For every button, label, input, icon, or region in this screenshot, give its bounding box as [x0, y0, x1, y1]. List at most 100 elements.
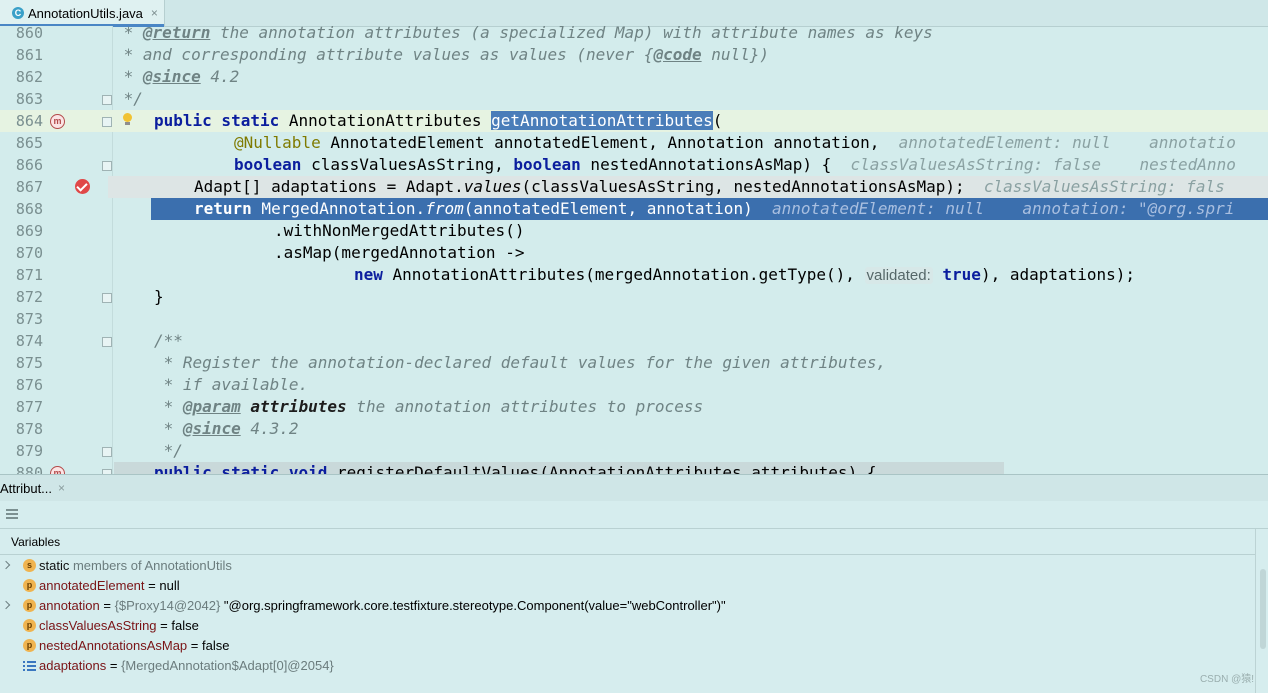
line-number: 860: [15, 26, 43, 42]
code-line-860[interactable]: 860 * @return the annotation attributes …: [0, 26, 1268, 44]
layout-settings-icon[interactable]: [6, 509, 18, 519]
tab-close-icon[interactable]: ×: [58, 481, 65, 495]
debug-inlay-value: classValuesAsString: fals: [983, 177, 1225, 196]
comment: null}): [701, 45, 770, 64]
code-line-863[interactable]: 863 */: [0, 88, 1268, 110]
code-text: public static AnnotationAttributes getAn…: [154, 110, 722, 132]
line-number: 865: [15, 134, 43, 152]
comment: *: [154, 397, 183, 416]
breakpoint-icon[interactable]: [75, 179, 90, 194]
statement: (classValuesAsString, nestedAnnotationsA…: [521, 177, 965, 196]
code-line-861[interactable]: 861 * and corresponding attribute values…: [0, 44, 1268, 66]
line-number: 872: [15, 288, 43, 306]
variable-row-annotation[interactable]: p annotation = {$Proxy14@2042} "@org.spr…: [0, 596, 1250, 616]
variables-scrollbar[interactable]: [1255, 529, 1268, 693]
variable-row-classValuesAsString[interactable]: p classValuesAsString = false: [0, 616, 1250, 636]
keyword: public static void: [154, 463, 328, 474]
javadoc-tag: @param: [182, 397, 241, 416]
fold-icon[interactable]: [102, 161, 112, 171]
line-number: 869: [15, 222, 43, 240]
debug-tab-bar: Attribut... ×: [0, 474, 1268, 502]
variable-type-id: {MergedAnnotation$Adapt[0]@2054}: [121, 658, 334, 673]
params: AnnotatedElement annotatedElement, Annot…: [320, 133, 880, 152]
line-number: 875: [15, 354, 43, 372]
variable-equals: =: [156, 618, 172, 633]
variable-row-annotatedElement[interactable]: p annotatedElement = null: [0, 576, 1250, 596]
variable-name: classValuesAsString: [39, 618, 157, 633]
code-line-871[interactable]: 871 new AnnotationAttributes(mergedAnnot…: [0, 264, 1268, 286]
static-icon: s: [23, 559, 36, 572]
code-line-869[interactable]: 869 .withNonMergedAttributes(): [0, 220, 1268, 242]
code-text: */: [114, 88, 143, 110]
variable-value: "@org.springframework.core.testfixture.s…: [223, 598, 726, 613]
comment: */: [154, 441, 183, 460]
code-line-867[interactable]: 867 Adapt[] adaptations = Adapt.values(c…: [0, 176, 1268, 198]
debug-inlay-value: annotatedElement: null annotatio: [898, 133, 1236, 152]
method-override-icon[interactable]: m: [50, 466, 65, 474]
code-text: */: [154, 440, 183, 462]
parameter-icon: p: [23, 619, 36, 632]
scrollbar-thumb[interactable]: [1260, 569, 1266, 649]
statement: AnnotationAttributes(mergedAnnotation.ge…: [382, 265, 865, 284]
fold-icon[interactable]: [102, 337, 112, 347]
debug-session-tab[interactable]: Attribut... ×: [0, 475, 71, 501]
code-line-880[interactable]: 880 m public static void registerDefault…: [0, 462, 1268, 474]
code-line-870[interactable]: 870 .asMap(mergedAnnotation ->: [0, 242, 1268, 264]
code-line-862[interactable]: 862 * @since 4.2: [0, 66, 1268, 88]
variable-row-nestedAnnotationsAsMap[interactable]: p nestedAnnotationsAsMap = false: [0, 636, 1250, 656]
variable-value: false: [171, 618, 199, 633]
code-line-872[interactable]: 872 }: [0, 286, 1268, 308]
comment: 4.3.2: [240, 419, 299, 438]
parameter-icon: p: [23, 599, 36, 612]
parameter-hint: validated:: [864, 267, 933, 284]
code-line-873[interactable]: 873: [0, 308, 1268, 330]
parameter-icon: p: [23, 579, 36, 592]
line-number: 877: [15, 398, 43, 416]
code-line-874[interactable]: 874 /**: [0, 330, 1268, 352]
tab-close-icon[interactable]: ×: [151, 6, 158, 20]
line-number: 879: [15, 442, 43, 460]
code-line-875[interactable]: 875 * Register the annotation-declared d…: [0, 352, 1268, 374]
code-line-864[interactable]: 864 m public static AnnotationAttributes…: [0, 110, 1268, 132]
code-text: * @param attributes the annotation attri…: [154, 396, 703, 418]
javadoc-param-name: attributes: [250, 397, 347, 416]
code-line-878[interactable]: 878 * @since 4.3.2: [0, 418, 1268, 440]
fold-icon[interactable]: [102, 95, 112, 105]
paren: (: [712, 111, 723, 130]
method-override-icon[interactable]: m: [50, 114, 65, 129]
statement: ), adaptations);: [980, 265, 1136, 284]
variable-name: annotatedElement: [39, 578, 145, 593]
variable-equals: =: [144, 578, 160, 593]
code-text: public static void registerDefaultValues…: [154, 462, 876, 474]
variable-row-static[interactable]: s static members of AnnotationUtils: [0, 556, 1250, 576]
selected-method-name[interactable]: getAnnotationAttributes: [491, 111, 713, 130]
tab-filename: AnnotationUtils.java: [28, 5, 143, 21]
tab-annotationutils-java[interactable]: C AnnotationUtils.java ×: [0, 0, 165, 27]
line-number: 870: [15, 244, 43, 262]
fold-icon[interactable]: [102, 117, 112, 127]
javadoc-tag: @since: [182, 419, 241, 438]
code-editor[interactable]: 860 * @return the annotation attributes …: [0, 26, 1268, 474]
lightbulb-icon[interactable]: [122, 113, 133, 126]
code-line-866[interactable]: 866 boolean classValuesAsString, boolean…: [0, 154, 1268, 176]
comment: * and corresponding attribute values as …: [114, 45, 654, 64]
params: classValuesAsString,: [301, 155, 514, 174]
code-line-877[interactable]: 877 * @param attributes the annotation a…: [0, 396, 1268, 418]
statement: MergedAnnotation.: [251, 199, 426, 218]
code-line-879[interactable]: 879 */: [0, 440, 1268, 462]
keyword: return: [194, 199, 252, 218]
code-text: * @return the annotation attributes (a s…: [114, 26, 933, 44]
code-line-876[interactable]: 876 * if available.: [0, 374, 1268, 396]
fold-icon[interactable]: [102, 293, 112, 303]
fold-icon[interactable]: [102, 447, 112, 457]
code-line-865[interactable]: 865 @Nullable AnnotatedElement annotated…: [0, 132, 1268, 154]
variable-row-adaptations[interactable]: adaptations = {MergedAnnotation$Adapt[0]…: [0, 656, 1250, 676]
code-line-868[interactable]: 868 return MergedAnnotation.from(annotat…: [0, 198, 1268, 220]
editor-tab-bar: C AnnotationUtils.java ×: [0, 0, 1268, 27]
debug-tab-label: Attribut...: [0, 480, 53, 496]
expand-arrow-icon[interactable]: [1, 600, 11, 610]
variable-description: members of AnnotationUtils: [69, 558, 232, 573]
annotation: @Nullable: [234, 133, 321, 152]
variable-type-id: {$Proxy14@2042}: [114, 598, 224, 613]
expand-arrow-icon[interactable]: [1, 560, 11, 570]
